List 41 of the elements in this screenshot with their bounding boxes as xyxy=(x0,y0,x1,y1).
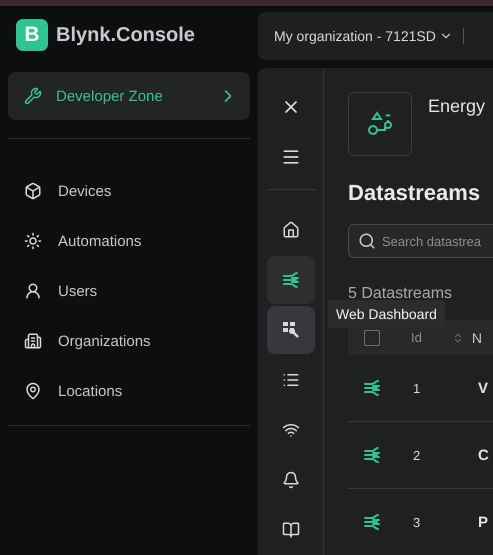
table-cell: V xyxy=(478,380,488,397)
logo: B xyxy=(16,19,48,51)
bell-icon xyxy=(282,471,300,489)
list-icon xyxy=(282,371,300,389)
wrench-icon xyxy=(24,87,42,105)
wifi-icon xyxy=(282,421,300,439)
datastream-icon xyxy=(280,270,300,290)
datastream-icon xyxy=(362,378,382,398)
column-header[interactable]: N xyxy=(472,330,482,346)
datastream-icon xyxy=(362,445,382,466)
template-name: Energy xyxy=(428,96,486,118)
tooltip: Web Dashboard xyxy=(328,300,445,328)
brand-name: Blynk.Console xyxy=(56,24,195,46)
cube-icon xyxy=(24,182,42,200)
datastream-icon xyxy=(362,512,382,532)
datastream-count: 5 Datastreams xyxy=(348,285,454,303)
table-cell-text: 3 xyxy=(413,514,422,530)
sidebar-item[interactable]: Locations xyxy=(8,373,250,409)
select-all-checkbox[interactable] xyxy=(364,330,380,346)
table-cell-text: 2 xyxy=(413,448,422,463)
web-dashboard-button[interactable] xyxy=(266,306,314,354)
search-field[interactable]: Search datastrea xyxy=(348,224,493,258)
page-title: Datastreams xyxy=(348,180,482,206)
home-icon xyxy=(282,221,300,239)
search-icon xyxy=(358,232,376,250)
book-icon xyxy=(282,521,300,539)
map-pin-icon xyxy=(24,382,42,400)
sun-icon xyxy=(24,232,42,250)
dashboard-icon xyxy=(282,321,300,339)
sidebar-item[interactable]: Users xyxy=(8,273,250,309)
sidebar-item[interactable]: Automations xyxy=(8,223,250,259)
developer-zone-button[interactable]: Developer Zone xyxy=(8,72,250,120)
table-cell: P xyxy=(478,514,488,531)
column-header[interactable]: Id xyxy=(411,330,422,346)
sidebar-item[interactable]: Devices xyxy=(8,173,250,209)
table-cell-text: 1 xyxy=(413,380,422,396)
datastreams-button[interactable] xyxy=(266,256,314,304)
table-cell: C xyxy=(478,446,489,464)
building-icon xyxy=(24,332,42,350)
user-icon xyxy=(24,282,42,300)
sidebar-item[interactable]: Organizations xyxy=(8,323,250,359)
